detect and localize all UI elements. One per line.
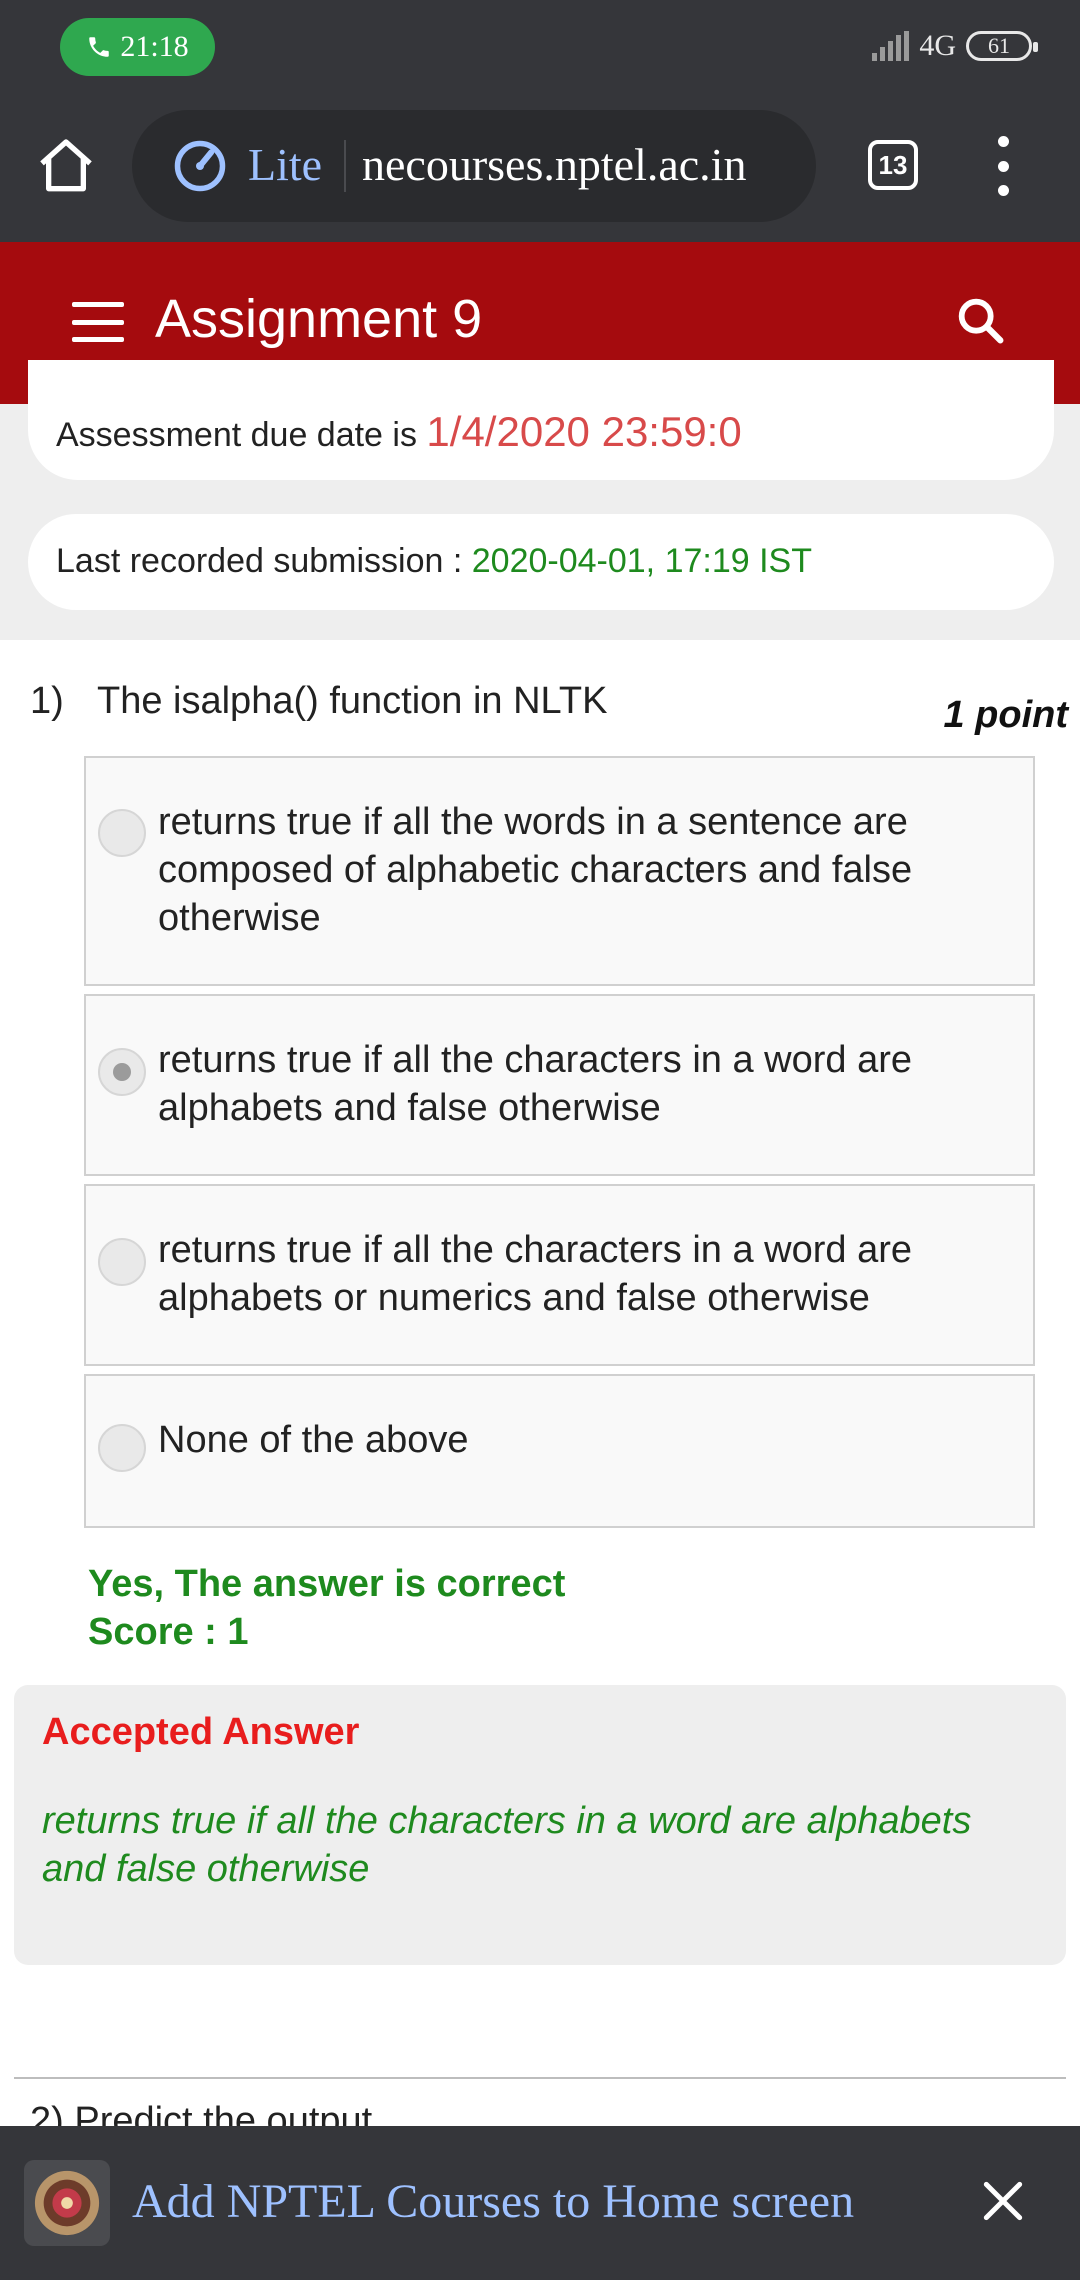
battery-level: 61 (988, 33, 1010, 58)
due-date-label: Assessment due date is (56, 416, 427, 454)
network-type: 4G (919, 29, 956, 62)
status-indicators: 4G 61 (872, 26, 1038, 66)
due-date-value: 1/4/2020 23:59:0 (426, 408, 742, 455)
option-3[interactable]: returns true if all the characters in a … (84, 1184, 1035, 1366)
submission-time: 2020-04-01, 17:19 IST (471, 542, 812, 580)
accepted-answer-title: Accepted Answer (42, 1711, 360, 1753)
due-date-line: Assessment due date is 1/4/2020 23:59:0 (56, 408, 742, 456)
result-feedback: Yes, The answer is correct Score : 1 (88, 1560, 565, 1656)
accepted-answer-text: returns true if all the characters in a … (42, 1800, 972, 1890)
tab-switcher-button[interactable]: 13 (868, 140, 918, 190)
lite-mode-label: Lite (248, 139, 323, 190)
lite-mode-icon (174, 140, 226, 192)
radio-button-selected[interactable] (98, 1048, 146, 1096)
option-4[interactable]: None of the above (84, 1374, 1035, 1528)
battery-icon: 61 (966, 31, 1038, 61)
question-points: 1 point (943, 694, 1068, 736)
result-score: Score : 1 (88, 1611, 249, 1653)
add-to-home-text[interactable]: Add NPTEL Courses to Home screen (132, 2174, 854, 2229)
radio-button[interactable] (98, 1238, 146, 1286)
submission-label: Last recorded submission : (56, 542, 472, 580)
radio-button[interactable] (98, 809, 146, 857)
question-divider (14, 2077, 1066, 2079)
call-indicator[interactable]: 21:18 (60, 18, 215, 76)
add-to-home-banner[interactable]: Add NPTEL Courses to Home screen (0, 2126, 1080, 2280)
status-bar: 21:18 4G 61 (0, 0, 1080, 92)
option-label: None of the above (158, 1419, 469, 1461)
menu-icon[interactable] (72, 302, 124, 342)
option-2[interactable]: returns true if all the characters in a … (84, 994, 1035, 1176)
nptel-logo (24, 2160, 110, 2246)
close-icon[interactable] (978, 2176, 1028, 2226)
option-label: returns true if all the words in a sente… (158, 801, 913, 939)
submission-line: Last recorded submission : 2020-04-01, 1… (56, 542, 812, 581)
clock-time: 21:18 (120, 30, 189, 63)
tab-count: 13 (878, 149, 908, 180)
url-divider (344, 140, 346, 192)
option-label: returns true if all the characters in a … (158, 1039, 913, 1129)
option-label: returns true if all the characters in a … (158, 1229, 913, 1319)
nptel-logo-icon (34, 2170, 100, 2236)
question-text: The isalpha() function in NLTK (97, 680, 608, 722)
signal-icon (872, 31, 910, 61)
page-title: Assignment 9 (155, 289, 483, 349)
option-1[interactable]: returns true if all the words in a sente… (84, 756, 1035, 986)
phone-icon (89, 37, 110, 57)
radio-button[interactable] (98, 1424, 146, 1472)
accepted-answer-box: Accepted Answer returns true if all the … (14, 1685, 1066, 1965)
result-message: Yes, The answer is correct (88, 1563, 566, 1605)
search-icon[interactable] (952, 292, 1010, 350)
url-text[interactable]: necourses.nptel.ac.in (362, 138, 802, 191)
address-bar[interactable]: Lite necourses.nptel.ac.in (132, 110, 816, 222)
home-icon[interactable] (34, 134, 98, 198)
browser-toolbar: Lite necourses.nptel.ac.in 13 (0, 92, 1080, 242)
more-options-icon[interactable] (986, 136, 1020, 196)
question-number: 1) (30, 680, 64, 722)
